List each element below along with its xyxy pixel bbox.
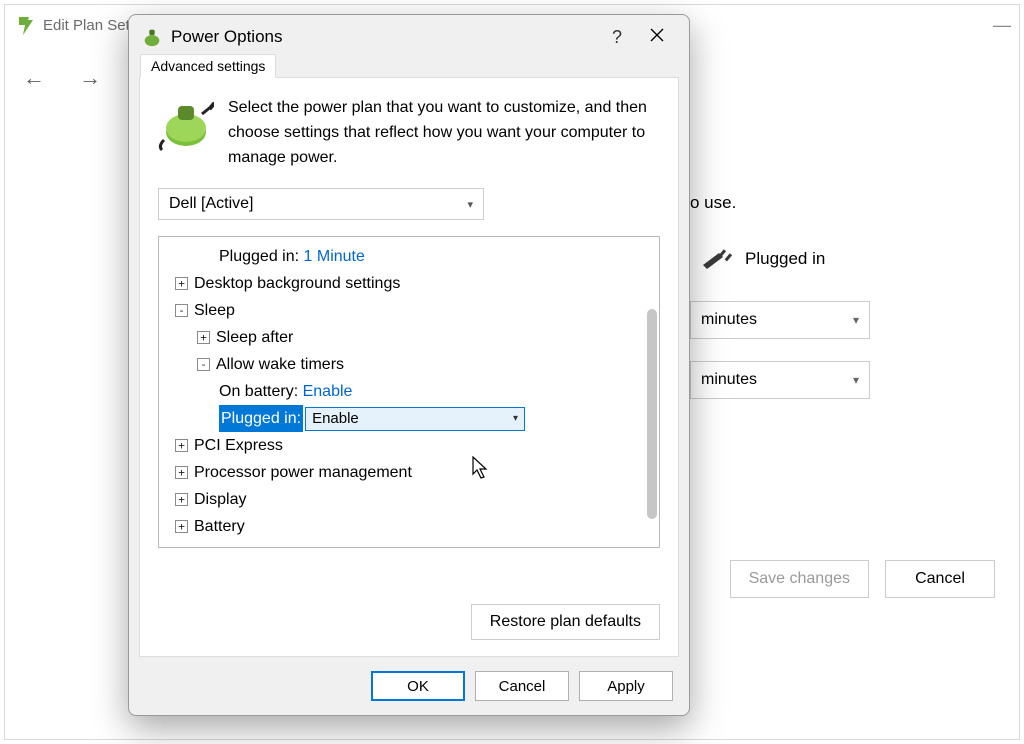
tree-item-sleep[interactable]: - Sleep (163, 297, 641, 324)
cancel-button[interactable]: Cancel (475, 671, 569, 701)
power-options-dialog: Power Options ? Advanced settings Select… (128, 14, 690, 716)
minimize-button[interactable]: — (993, 15, 1011, 36)
dialog-titlebar: Power Options ? (129, 15, 689, 59)
back-select-1-value: minutes (701, 311, 757, 329)
plugged-in-combo[interactable]: Enable ▾ (305, 407, 525, 431)
back-body-fragment: o use. (690, 193, 736, 213)
apply-button[interactable]: Apply (579, 671, 673, 701)
nav-forward-button[interactable]: → (79, 65, 101, 90)
collapse-icon[interactable]: - (197, 358, 210, 371)
tree-item-desktop-bg[interactable]: + Desktop background settings (163, 270, 641, 297)
nav-back-button[interactable]: ← (23, 65, 45, 90)
dialog-title: Power Options (171, 27, 597, 47)
plugged-in-label-selected: Plugged in: (219, 405, 303, 432)
expand-icon[interactable]: + (175, 439, 188, 452)
close-button[interactable] (637, 28, 677, 47)
chevron-down-icon: ▾ (513, 405, 518, 432)
back-select-2-value: minutes (701, 371, 757, 389)
cancel-button-back[interactable]: Cancel (885, 560, 995, 598)
chevron-down-icon: ▾ (467, 198, 473, 211)
tree-item-plugged-top[interactable]: Plugged in: 1 Minute (163, 243, 641, 270)
power-plan-select[interactable]: Dell [Active] ▾ (158, 188, 484, 220)
save-changes-button[interactable]: Save changes (730, 560, 869, 598)
dialog-intro-text: Select the power plan that you want to c… (228, 96, 660, 170)
plugged-in-column-label: Plugged in (745, 249, 825, 269)
tree-item-pci-express[interactable]: + PCI Express (163, 432, 641, 459)
back-select-2[interactable]: minutes ▾ (690, 361, 870, 399)
tree-item-processor[interactable]: + Processor power management (163, 459, 641, 486)
tree-scrollbar[interactable] (647, 309, 657, 519)
expand-icon[interactable]: + (175, 277, 188, 290)
plug-icon (701, 245, 735, 271)
back-select-1[interactable]: minutes ▾ (690, 301, 870, 339)
plugged-top-value[interactable]: 1 Minute (304, 243, 365, 270)
chevron-down-icon: ▾ (853, 373, 859, 387)
tree-item-display[interactable]: + Display (163, 486, 641, 513)
settings-tree: Plugged in: 1 Minute + Desktop backgroun… (158, 236, 660, 548)
chevron-down-icon: ▾ (853, 313, 859, 327)
tree-item-on-battery[interactable]: On battery: Enable (163, 378, 641, 405)
battery-large-icon (158, 96, 214, 170)
restore-defaults-button[interactable]: Restore plan defaults (471, 604, 660, 640)
power-plan-value: Dell [Active] (169, 195, 253, 213)
on-battery-value[interactable]: Enable (303, 378, 353, 405)
tree-item-plugged-in-selected[interactable]: Plugged in: Enable ▾ (163, 405, 641, 432)
dialog-body: Advanced settings Select the power plan … (139, 77, 679, 657)
collapse-icon[interactable]: - (175, 304, 188, 317)
expand-icon[interactable]: + (175, 466, 188, 479)
dialog-footer: OK Cancel Apply (129, 657, 689, 715)
tree-item-sleep-after[interactable]: + Sleep after (163, 324, 641, 351)
battery-icon (13, 13, 37, 37)
tree-item-allow-wake-timers[interactable]: - Allow wake timers (163, 351, 641, 378)
expand-icon[interactable]: + (175, 493, 188, 506)
tab-advanced-settings[interactable]: Advanced settings (140, 54, 276, 78)
plugged-in-combo-value: Enable (312, 405, 359, 432)
help-button[interactable]: ? (597, 27, 637, 48)
tree-item-battery[interactable]: + Battery (163, 513, 641, 540)
ok-button[interactable]: OK (371, 671, 465, 701)
battery-icon (141, 26, 163, 48)
expand-icon[interactable]: + (197, 331, 210, 344)
expand-icon[interactable]: + (175, 520, 188, 533)
